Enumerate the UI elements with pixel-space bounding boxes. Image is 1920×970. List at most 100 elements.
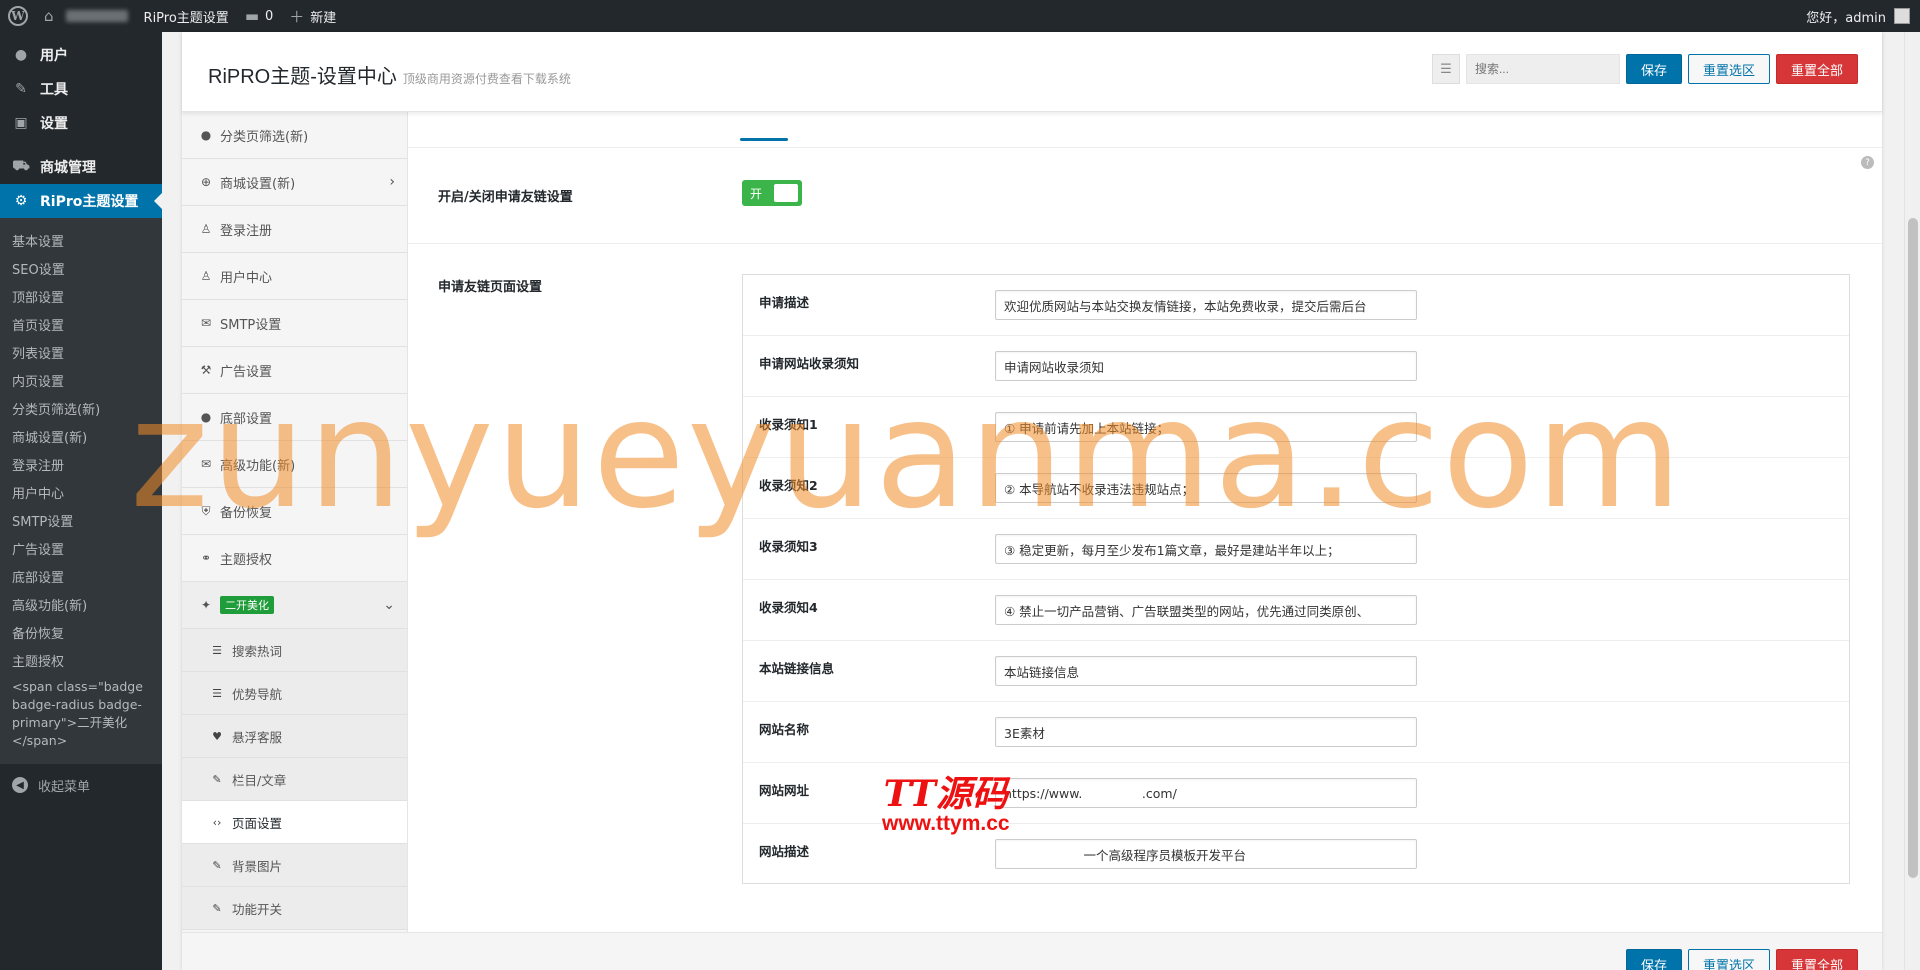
blurred-site-name (65, 10, 128, 22)
submenu: 基本设置 SEO设置 顶部设置 首页设置 列表设置 内页设置 分类页筛选(新) … (0, 218, 162, 764)
submenu-item[interactable]: 主题授权 (0, 646, 162, 674)
help-icon[interactable]: ? (1861, 156, 1874, 169)
submenu-item-raw-badge[interactable]: <span class="badge badge-radius badge-pr… (0, 674, 162, 754)
nav-sub-float-service[interactable]: ♥ 悬浮客服 (182, 715, 407, 758)
avatar (1894, 8, 1910, 24)
field-label: 网站描述 (759, 844, 810, 859)
fieldset-row: 网站名称 (743, 702, 1849, 763)
notice-4-input[interactable] (995, 595, 1417, 625)
submenu-item[interactable]: 内页设置 (0, 366, 162, 394)
comments-count: 0 (265, 8, 274, 24)
nav-label: 商城设置(新) (220, 176, 296, 192)
field-label: 申请描述 (759, 295, 810, 310)
admin-menu: ● 用户 ✎ 工具 ▣ 设置 ⛟ 商城管理 ⚙ RiPro主题设置 基本设置 SEO设置 … (0, 32, 162, 970)
brush-icon: ✎ (212, 858, 222, 872)
nav-sub-column-post[interactable]: ✎ 栏目/文章 (182, 758, 407, 801)
submenu-item[interactable]: 列表设置 (0, 338, 162, 366)
gear-icon: ⚙ (14, 193, 28, 209)
nav-sub-advantage-nav[interactable]: ☰ 优势导航 (182, 672, 407, 715)
notice-3-input[interactable] (995, 534, 1417, 564)
nav-sub-page-settings[interactable]: ‹› 页面设置 (182, 801, 407, 844)
comments-link[interactable]: ▬ 0 (237, 0, 281, 32)
notice-2-input[interactable] (995, 473, 1417, 503)
nav-sub-background[interactable]: ✎ 背景图片 (182, 844, 407, 887)
fieldset-row: 收录须知2 (743, 458, 1849, 519)
nav-item-footer[interactable]: ● 底部设置 (182, 394, 407, 441)
site-name-input[interactable] (995, 717, 1417, 747)
apply-notice-title-input[interactable] (995, 351, 1417, 381)
submenu-item[interactable]: 顶部设置 (0, 282, 162, 310)
apply-description-input[interactable] (995, 290, 1417, 320)
site-url-input[interactable] (995, 778, 1417, 808)
nav-item-license[interactable]: ⚭ 主题授权 (182, 535, 407, 582)
user-greeting[interactable]: 您好，admin (1798, 0, 1920, 32)
theme-settings-link[interactable]: RiPro主题设置 (136, 0, 237, 32)
submenu-item[interactable]: 首页设置 (0, 310, 162, 338)
options-panel: RiPRO主题-设置中心顶级商用资源付费查看下载系统 ☰ 保存 重置选区 重置全… (182, 32, 1882, 970)
admin-bar: W ⌂ RiPro主题设置 ▬ 0 ＋新建 您好，admin (0, 0, 1920, 32)
envelope-icon: ✉ (200, 457, 212, 471)
nav-item-advanced[interactable]: ✉ 高级功能(新) (182, 441, 407, 488)
nav-item-backup[interactable]: ⛨ 备份恢复 (182, 488, 407, 535)
nav-item-ads[interactable]: ⚒ 广告设置 (182, 347, 407, 394)
submenu-item[interactable]: 备份恢复 (0, 618, 162, 646)
chevron-right-icon: › (389, 174, 395, 190)
page-scrollbar[interactable] (1904, 32, 1920, 970)
menu-label: 工具 (40, 82, 68, 98)
brush-icon: ✎ (212, 772, 222, 786)
site-name-link[interactable]: ⌂ (36, 0, 136, 32)
nav-sub-hot-search[interactable]: ☰ 搜索热词 (182, 629, 407, 672)
scrollbar-thumb[interactable] (1908, 218, 1918, 878)
nav-item-login[interactable]: ♙ 登录注册 (182, 206, 407, 253)
menu-item-settings[interactable]: ▣ 设置 (0, 106, 162, 140)
header-tools: ☰ 保存 重置选区 重置全部 (1431, 54, 1858, 84)
nav-item-user-center[interactable]: ♙ 用户中心 (182, 253, 407, 300)
nav-label: 广告设置 (220, 364, 273, 380)
footer-reset-all-button[interactable]: 重置全部 (1775, 949, 1858, 970)
menu-item-shop[interactable]: ⛟ 商城管理 (0, 150, 162, 184)
submenu-item[interactable]: 商城设置(新) (0, 422, 162, 450)
new-content-link[interactable]: ＋ 新建 (281, 0, 344, 32)
notice-1-input[interactable] (995, 412, 1417, 442)
submenu-item[interactable]: 底部设置 (0, 562, 162, 590)
wrench-icon: ✎ (15, 81, 27, 97)
menu-item-tools[interactable]: ✎ 工具 (0, 72, 162, 106)
nav-item-category-filter[interactable]: ● 分类页筛选(新) (182, 112, 407, 159)
wordpress-icon: W (8, 6, 28, 26)
nav-label: 分类页筛选(新) (220, 129, 309, 145)
submenu-item[interactable]: 基本设置 (0, 226, 162, 254)
search-input[interactable] (1465, 54, 1620, 84)
save-button[interactable]: 保存 (1625, 54, 1682, 84)
nav-item-beautify[interactable]: ✦ 二开美化 ⌄ (182, 582, 407, 629)
submenu-item[interactable]: 分类页筛选(新) (0, 394, 162, 422)
collapse-menu-button[interactable]: ◀ 收起菜单 (0, 768, 162, 802)
friendlink-switch[interactable]: 开 (742, 180, 802, 206)
nav-sub-feature-switch[interactable]: ✎ 功能开关 (182, 887, 407, 930)
submenu-item[interactable]: SEO设置 (0, 254, 162, 282)
list-icon: ☰ (212, 686, 222, 700)
menu-item-ripro-settings[interactable]: ⚙ RiPro主题设置 (0, 184, 162, 218)
site-link-info-input[interactable] (995, 656, 1417, 686)
reset-all-button[interactable]: 重置全部 (1775, 54, 1858, 84)
menu-item-users[interactable]: ● 用户 (0, 38, 162, 72)
nav-item-shop[interactable]: ⊕ 商城设置(新) › (182, 159, 407, 206)
switch-label: 开 (750, 186, 763, 201)
expand-all-button[interactable]: ☰ (1431, 54, 1460, 84)
submenu-item[interactable]: SMTP设置 (0, 506, 162, 534)
submenu-item[interactable]: 广告设置 (0, 534, 162, 562)
submenu-item[interactable]: 登录注册 (0, 450, 162, 478)
submenu-item[interactable]: 用户中心 (0, 478, 162, 506)
footer-save-button[interactable]: 保存 (1625, 949, 1682, 970)
nav-item-smtp[interactable]: ✉ SMTP设置 (182, 300, 407, 347)
submenu-item[interactable]: 高级功能(新) (0, 590, 162, 618)
footer-reset-section-button[interactable]: 重置选区 (1687, 949, 1770, 970)
nav-label: 高级功能(新) (220, 458, 296, 474)
list-icon: ☰ (1440, 61, 1452, 77)
new-label: 新建 (310, 10, 337, 26)
field-label: 收录须知4 (759, 600, 818, 615)
chevron-down-icon: ⌄ (383, 597, 395, 613)
reset-section-button[interactable]: 重置选区 (1687, 54, 1770, 84)
nav-sub-label: 功能开关 (232, 901, 283, 917)
wordpress-logo[interactable]: W (0, 0, 36, 32)
site-description-input[interactable] (995, 839, 1417, 869)
